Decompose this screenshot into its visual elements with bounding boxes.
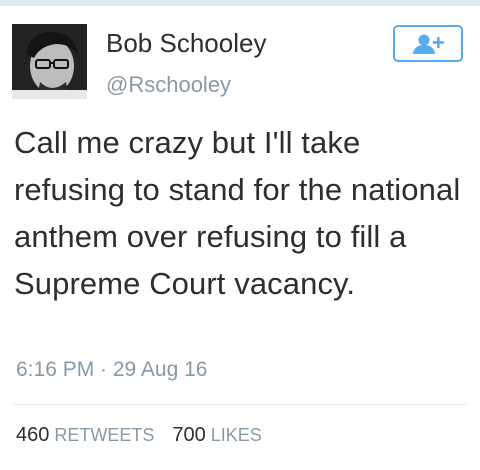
likes-label: LIKES <box>210 425 262 445</box>
follow-button[interactable] <box>393 25 463 62</box>
retweets-label: RETWEETS <box>54 425 155 445</box>
follow-user-plus-icon <box>413 34 444 54</box>
likes-count: 700 <box>172 424 206 446</box>
avatar[interactable] <box>12 24 87 99</box>
user-handle[interactable]: @Rschooley <box>106 72 231 98</box>
user-display-name[interactable]: Bob Schooley <box>106 28 266 59</box>
top-divider <box>0 0 480 6</box>
likes-stat[interactable]: 700 LIKES <box>172 424 261 446</box>
retweets-count: 460 <box>16 424 50 446</box>
stats-divider <box>14 404 466 405</box>
retweets-stat[interactable]: 460 RETWEETS <box>16 424 154 446</box>
profile-photo-icon <box>12 24 87 99</box>
tweet-text: Call me crazy but I'll take refusing to … <box>14 125 461 301</box>
tweet-timestamp[interactable]: 6:16 PM · 29 Aug 16 <box>16 358 207 382</box>
tweet-stats: 460 RETWEETS 700 LIKES <box>16 424 262 447</box>
